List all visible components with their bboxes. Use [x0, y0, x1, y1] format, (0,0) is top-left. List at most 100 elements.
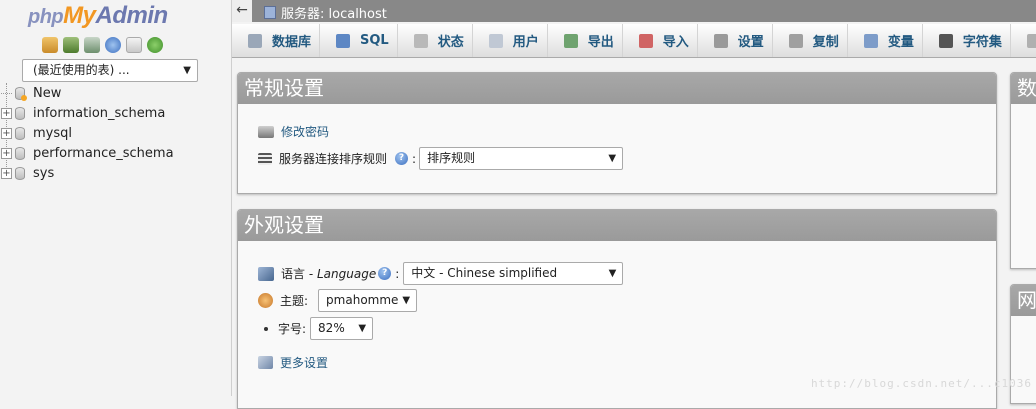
tab-label: SQL	[360, 33, 389, 48]
logo-php: php	[28, 6, 64, 28]
expand-icon[interactable]: +	[1, 127, 12, 139]
watermark: http://blog.csdn.net/...c1036	[810, 377, 1032, 390]
tab-replication[interactable]: 复制	[773, 24, 848, 57]
tab-sql[interactable]: SQL	[320, 24, 398, 57]
tree-item-label: mysql	[33, 125, 72, 141]
more-settings-row: 更多设置	[258, 354, 328, 371]
docs-icon[interactable]	[126, 37, 142, 53]
colon: :	[395, 266, 400, 281]
change-password-row: 修改密码	[258, 123, 329, 140]
tree-item-label: information_schema	[33, 105, 166, 121]
replication-icon	[788, 33, 803, 48]
collation-row: 服务器连接排序规则 ? : 排序规则 ▼	[258, 147, 624, 170]
tab-charsets[interactable]: 字符集	[923, 24, 1011, 57]
sql-query-icon[interactable]	[84, 37, 100, 53]
database-icon	[15, 166, 25, 180]
tab-label: 数据库	[272, 35, 312, 50]
main-tabs: 数据库 SQL 状态 用户 导出 导入 设置 复制 变量 字符集	[232, 24, 1036, 58]
database-icon	[15, 146, 25, 160]
tree-item-label: performance_schema	[33, 145, 174, 161]
tab-label: 设置	[737, 35, 764, 50]
panel-title: 常规设置	[238, 73, 996, 104]
tree-item-performance-schema[interactable]: + performance_schema	[1, 143, 232, 163]
phpmyadmin-logo[interactable]: phpMyAdmin	[28, 2, 168, 30]
logout-icon[interactable]	[63, 37, 79, 53]
nav-icon-bar	[42, 37, 163, 53]
tab-status[interactable]: 状态	[398, 24, 473, 57]
tab-label: 用户	[512, 35, 539, 50]
tab-more[interactable]	[1011, 24, 1036, 57]
database-icon	[248, 33, 262, 48]
tab-label: 状态	[437, 35, 464, 50]
language-select[interactable]: 中文 - Chinese simplified ▼	[403, 262, 624, 285]
settings-icon	[713, 33, 728, 48]
tree-item-information-schema[interactable]: + information_schema	[1, 103, 232, 123]
collation-select[interactable]: 排序规则 ▼	[419, 147, 624, 170]
tree-item-mysql[interactable]: + mysql	[1, 123, 232, 143]
key-icon	[258, 125, 274, 138]
tree-item-label: New	[33, 85, 62, 101]
breadcrumb-server-label: 服务器: localhost	[281, 7, 387, 22]
help-icon[interactable]: ?	[378, 267, 392, 280]
font-size-row: 字号: 82% ▼	[258, 317, 374, 340]
chevron-down-icon: ▼	[358, 323, 367, 334]
engines-icon	[1026, 33, 1036, 48]
expand-icon[interactable]: +	[1, 107, 12, 119]
wrench-icon	[258, 356, 273, 369]
theme-select-value: pmahomme	[326, 293, 399, 307]
chevron-down-icon: ▼	[608, 153, 617, 164]
tree-item-label: sys	[33, 165, 55, 181]
language-icon	[258, 266, 274, 281]
collapse-nav-button[interactable]: ←	[232, 0, 252, 22]
navigation-panel: phpMyAdmin (最近使用的表) ... ▼ New + informat…	[0, 0, 232, 396]
tab-export[interactable]: 导出	[548, 24, 623, 57]
home-icon[interactable]	[42, 37, 58, 53]
language-label: 语言	[281, 267, 306, 281]
tab-label: 导出	[587, 35, 614, 50]
tab-variables[interactable]: 变量	[848, 24, 923, 57]
tree-item-new[interactable]: New	[1, 83, 232, 103]
font-size-select-value: 82%	[318, 321, 345, 335]
tab-label: 字符集	[962, 35, 1002, 50]
language-label-en: Language	[316, 266, 377, 281]
chevron-down-icon: ▼	[402, 295, 411, 306]
expand-icon[interactable]: +	[1, 167, 12, 179]
export-icon	[563, 33, 578, 48]
font-size-label: 字号:	[278, 322, 307, 336]
recent-tables-select[interactable]: (最近使用的表) ... ▼	[22, 59, 198, 82]
tab-label: 复制	[812, 35, 839, 50]
tab-label: 变量	[887, 35, 914, 50]
help-icon[interactable]: ?	[395, 152, 409, 165]
users-icon	[488, 33, 503, 48]
tab-users[interactable]: 用户	[473, 24, 548, 57]
collation-label: 服务器连接排序规则	[279, 152, 388, 166]
panel-title: 网	[1011, 285, 1036, 316]
language-select-value: 中文 - Chinese simplified	[411, 266, 558, 280]
language-dash: -	[305, 266, 317, 281]
server-breadcrumb-bar: ← 服务器: localhost	[232, 0, 1036, 22]
database-icon	[15, 106, 25, 120]
tab-databases[interactable]: 数据库	[232, 24, 321, 57]
tree-item-sys[interactable]: + sys	[1, 163, 232, 183]
sql-icon	[336, 33, 351, 48]
expand-icon[interactable]: +	[1, 147, 12, 159]
theme-row: 主题: pmahomme ▼	[258, 289, 418, 312]
reload-icon[interactable]	[147, 37, 163, 53]
theme-select[interactable]: pmahomme ▼	[318, 289, 418, 312]
chevron-down-icon: ▼	[608, 268, 617, 279]
theme-label: 主题:	[280, 294, 309, 308]
database-icon	[15, 126, 25, 140]
tab-import[interactable]: 导入	[623, 24, 698, 57]
database-server-panel: 数	[1010, 72, 1036, 269]
change-password-link[interactable]: 修改密码	[281, 123, 329, 140]
server-icon	[264, 6, 276, 19]
status-icon	[413, 33, 428, 48]
logo-my: My	[63, 2, 96, 29]
more-settings-link[interactable]: 更多设置	[280, 354, 328, 371]
database-tree: New + information_schema + mysql + perfo…	[1, 83, 232, 183]
tab-settings[interactable]: 设置	[698, 24, 773, 57]
font-size-select[interactable]: 82% ▼	[310, 317, 374, 340]
help-icon[interactable]	[105, 37, 121, 53]
breadcrumb[interactable]: 服务器: localhost	[264, 3, 387, 22]
colon: :	[412, 151, 417, 166]
